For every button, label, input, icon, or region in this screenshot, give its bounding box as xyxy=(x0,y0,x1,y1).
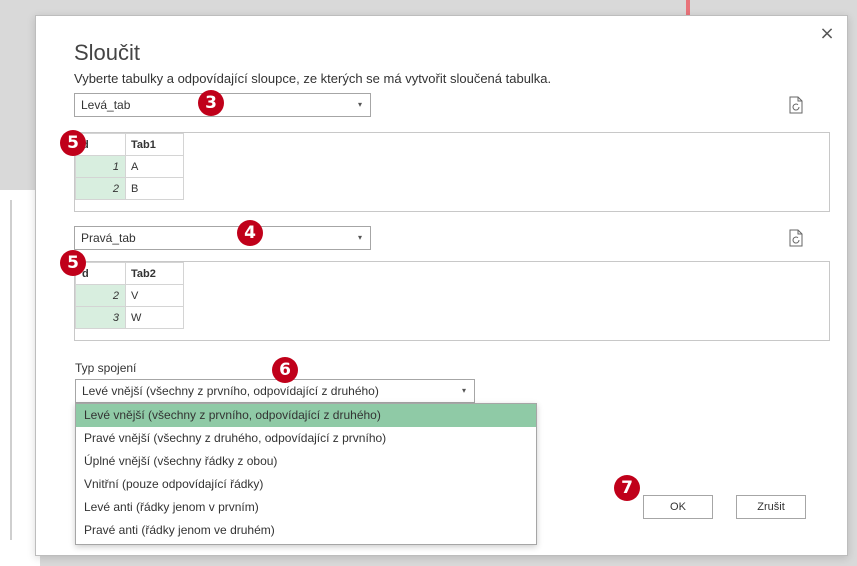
cancel-button[interactable]: Zrušit xyxy=(736,495,806,519)
column-header: Tab1 xyxy=(125,133,184,156)
join-type-select[interactable]: Levé vnější (všechny z prvního, odpovída… xyxy=(75,379,475,403)
table-header-row: d Tab2 xyxy=(75,262,184,285)
right-table-preview: d Tab2 2 V 3 W xyxy=(74,261,830,341)
column-header: Tab2 xyxy=(125,262,184,285)
annotation-badge-4: 4 xyxy=(237,220,263,246)
merge-dialog: × Sloučit Vyberte tabulky a odpovídající… xyxy=(35,15,848,556)
dialog-subtitle: Vyberte tabulky a odpovídající sloupce, … xyxy=(74,71,552,86)
cell-value: W xyxy=(125,306,184,329)
refresh-preview-icon[interactable] xyxy=(788,96,804,114)
chevron-down-icon: ▾ xyxy=(357,233,362,242)
row-index: 1 xyxy=(75,155,126,178)
row-index: 2 xyxy=(75,284,126,307)
cell-value: B xyxy=(125,177,184,200)
background-divider xyxy=(10,200,12,540)
left-table-select-value: Levá_tab xyxy=(81,98,131,112)
join-type-select-value: Levé vnější (všechny z prvního, odpovída… xyxy=(82,384,379,398)
cell-value: A xyxy=(125,155,184,178)
join-option-left-anti[interactable]: Levé anti (řádky jenom v prvním) xyxy=(76,496,536,519)
cell-value: V xyxy=(125,284,184,307)
annotation-badge-6: 6 xyxy=(272,357,298,383)
chevron-down-icon: ▾ xyxy=(461,386,466,395)
right-table-select[interactable]: Pravá_tab ▾ xyxy=(74,226,371,250)
right-preview-grid: d Tab2 2 V 3 W xyxy=(75,262,184,329)
join-type-label: Typ spojení xyxy=(75,361,137,375)
background-left xyxy=(0,190,40,566)
annotation-badge-3: 3 xyxy=(198,90,224,116)
table-header-row: d Tab1 xyxy=(75,133,184,156)
join-option-left-outer[interactable]: Levé vnější (všechny z prvního, odpovída… xyxy=(76,404,536,427)
annotation-badge-5: 5 xyxy=(60,130,86,156)
annotation-badge-7: 7 xyxy=(614,475,640,501)
table-row: 1 A xyxy=(75,155,184,178)
table-row: 2 V xyxy=(75,284,184,307)
refresh-preview-icon[interactable] xyxy=(788,229,804,247)
dialog-title: Sloučit xyxy=(74,40,141,65)
left-preview-grid: d Tab1 1 A 2 B xyxy=(75,133,184,200)
ok-button[interactable]: OK xyxy=(643,495,713,519)
left-table-preview: d Tab1 1 A 2 B xyxy=(74,132,830,212)
join-option-right-outer[interactable]: Pravé vnější (všechny z druhého, odpovíd… xyxy=(76,427,536,450)
annotation-badge-5: 5 xyxy=(60,250,86,276)
row-index: 2 xyxy=(75,177,126,200)
row-index: 3 xyxy=(75,306,126,329)
join-option-inner[interactable]: Vnitřní (pouze odpovídající řádky) xyxy=(76,473,536,496)
right-table-select-value: Pravá_tab xyxy=(81,231,136,245)
table-row: 2 B xyxy=(75,177,184,200)
join-option-full-outer[interactable]: Úplné vnější (všechny řádky z obou) xyxy=(76,450,536,473)
table-row: 3 W xyxy=(75,306,184,329)
chevron-down-icon: ▾ xyxy=(357,100,362,109)
close-icon[interactable]: × xyxy=(819,25,835,43)
join-option-right-anti[interactable]: Pravé anti (řádky jenom ve druhém) xyxy=(76,519,536,542)
join-type-dropdown: Levé vnější (všechny z prvního, odpovída… xyxy=(75,403,537,545)
